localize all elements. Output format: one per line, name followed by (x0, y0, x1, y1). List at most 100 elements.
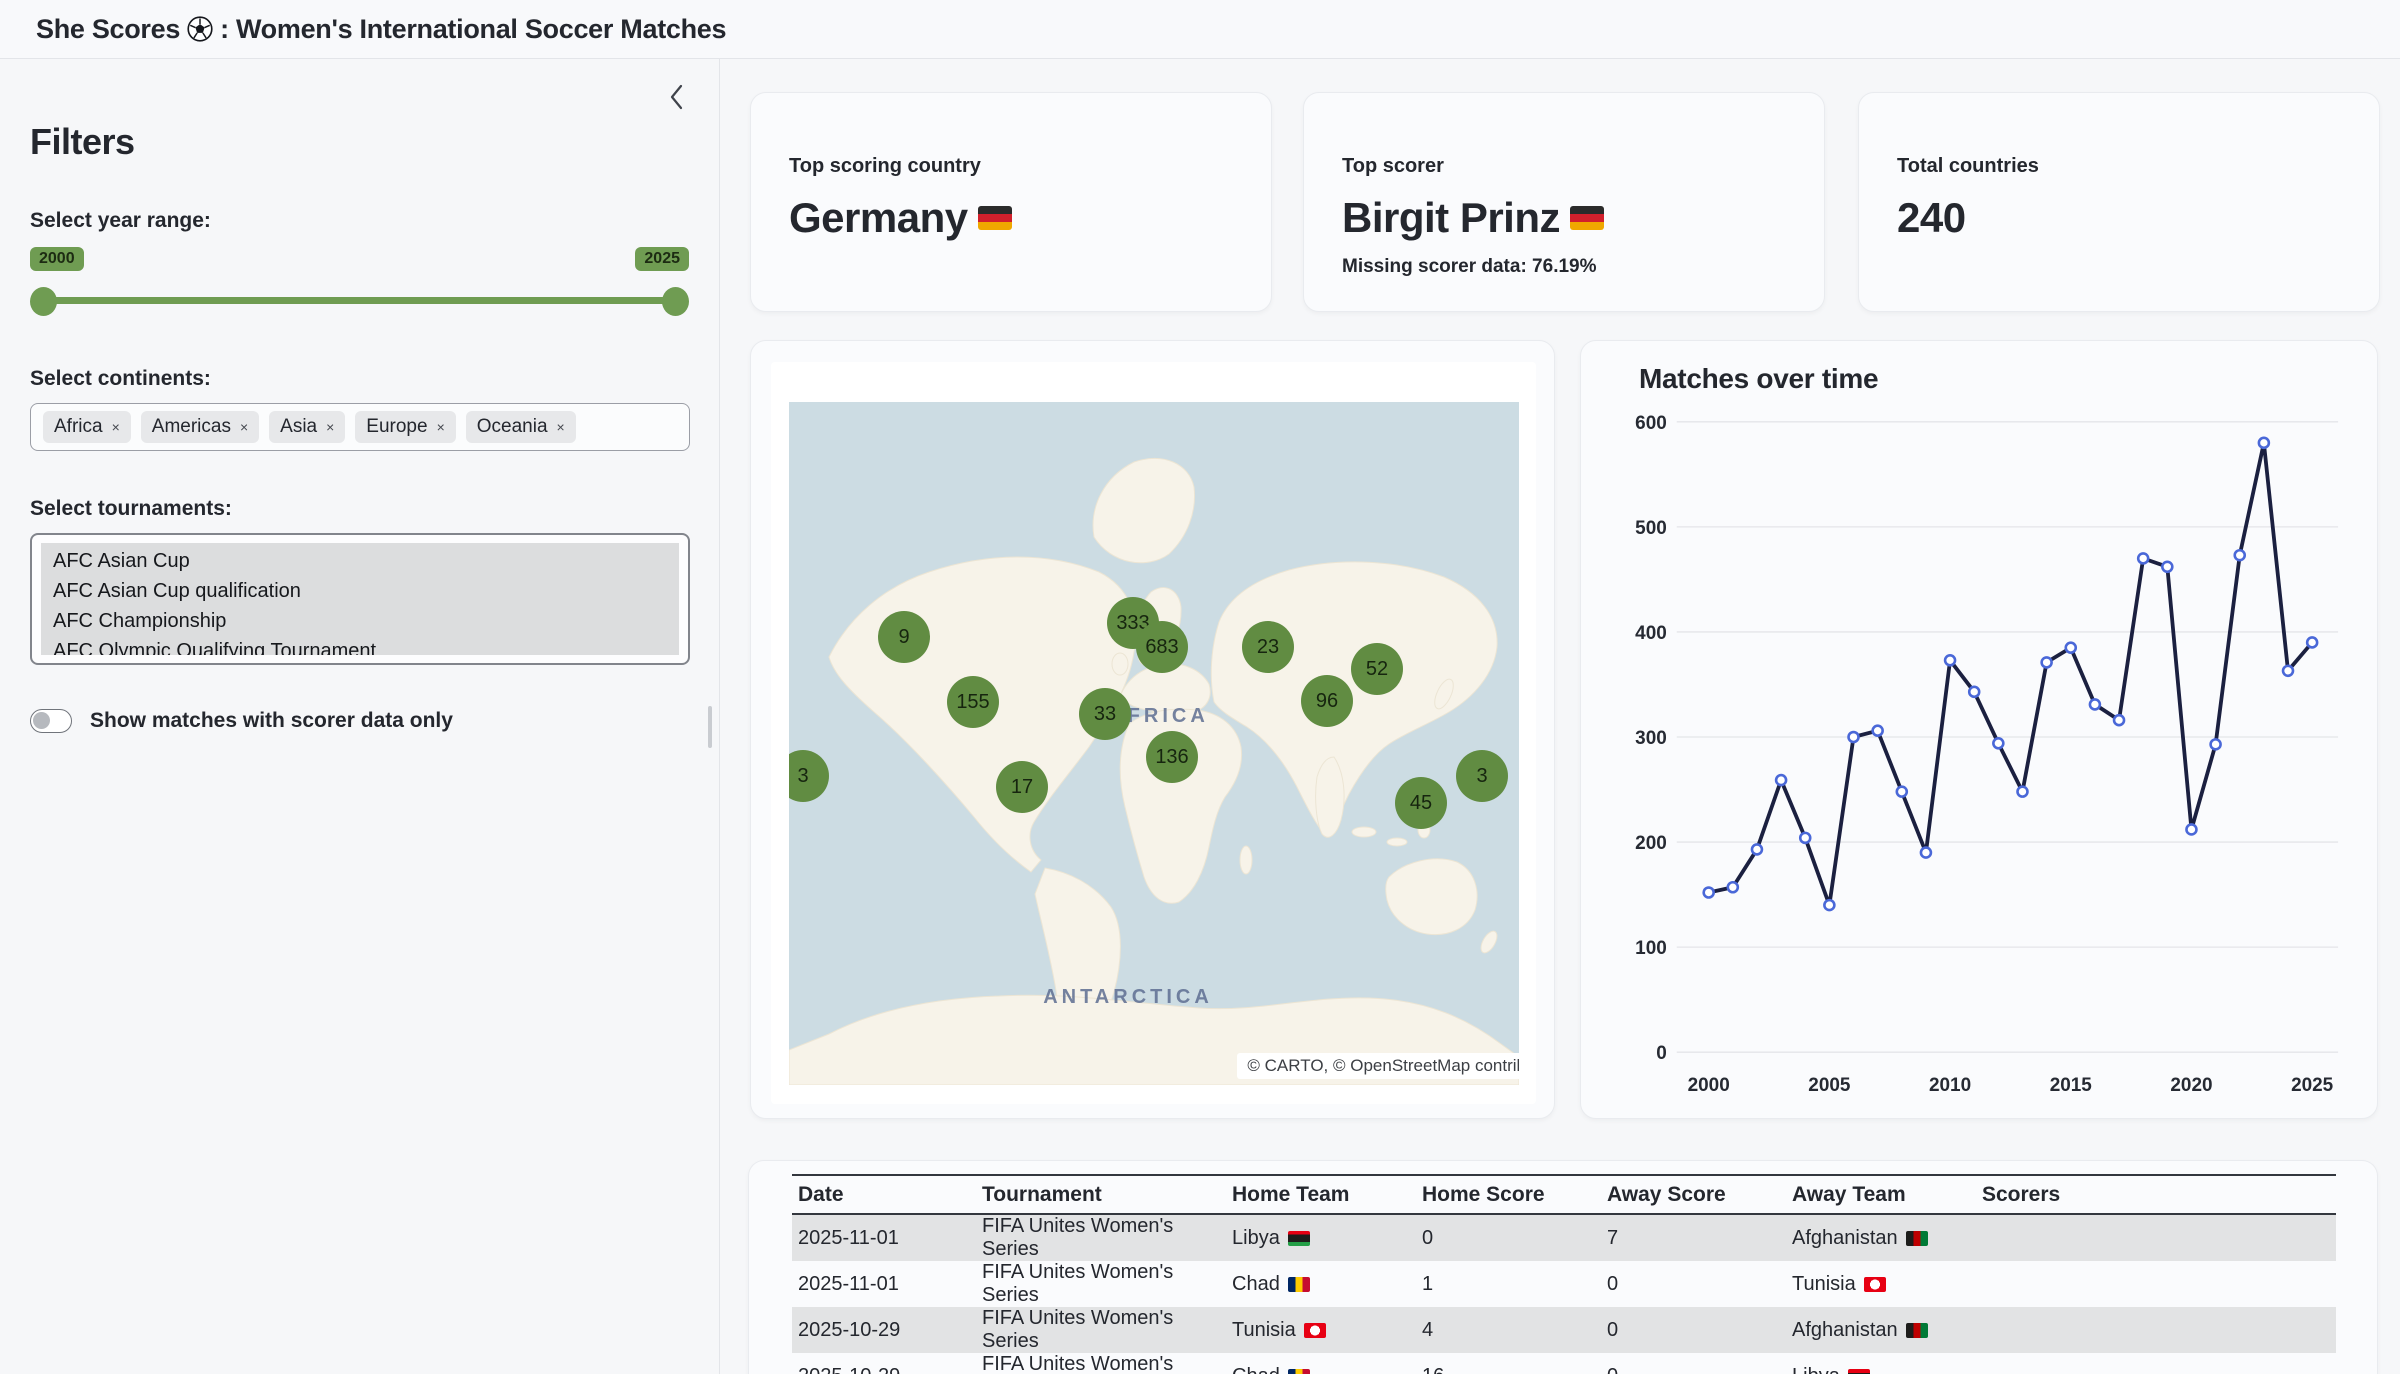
map-cluster-marker[interactable]: 96 (1301, 675, 1353, 727)
table-row: 2025-11-01FIFA Unites Women's SeriesChad… (792, 1261, 2336, 1307)
continent-pill-americas[interactable]: Americas× (141, 411, 259, 443)
stat-card-top-scorer: Top scorer Birgit Prinz Missing scorer d… (1303, 92, 1825, 312)
chart-line (1709, 443, 2312, 905)
chart-data-point[interactable] (1993, 738, 2003, 748)
chart-data-point[interactable] (2235, 550, 2245, 560)
chart-data-point[interactable] (2307, 637, 2317, 647)
chart-data-point[interactable] (1752, 844, 1762, 854)
chart-data-point[interactable] (2066, 643, 2076, 653)
chart-data-point[interactable] (1873, 726, 1883, 736)
remove-icon[interactable]: × (326, 419, 334, 435)
chart-data-point[interactable] (1849, 732, 1859, 742)
chart-data-point[interactable] (2138, 553, 2148, 563)
table-cell: Libya (1786, 1353, 1976, 1374)
map-cluster-marker[interactable]: 3 (1456, 750, 1508, 802)
chart-data-point[interactable] (1800, 833, 1810, 843)
map-cluster-marker[interactable]: 155 (947, 676, 999, 728)
map-cluster-marker[interactable]: 136 (1146, 731, 1198, 783)
chart-data-point[interactable] (2162, 562, 2172, 572)
remove-icon[interactable]: × (437, 419, 445, 435)
table-row: 2025-10-29FIFA Unites Women's SeriesChad… (792, 1353, 2336, 1374)
map-cluster-marker[interactable]: 23 (1242, 621, 1294, 673)
chart-data-point[interactable] (1776, 775, 1786, 785)
stat-value-text: 240 (1897, 194, 1966, 242)
chevron-left-icon (668, 83, 684, 111)
chart-data-point[interactable] (2283, 666, 2293, 676)
year-range-label: Select year range: (30, 209, 689, 233)
table-cell: Libya (1226, 1214, 1416, 1261)
slider-handle-max[interactable] (662, 287, 689, 316)
continent-pill-label: Oceania (477, 416, 548, 438)
chart-data-point[interactable] (1969, 687, 1979, 697)
world-map[interactable]: AFRICAANTARCTICA 91553336833313623965217… (789, 402, 1519, 1085)
table-cell: Afghanistan (1786, 1307, 1976, 1353)
stat-value-text: Birgit Prinz (1342, 194, 1560, 242)
scorer-data-toggle[interactable] (30, 709, 72, 733)
map-cluster-marker[interactable]: 9 (878, 611, 930, 663)
tournaments-listbox[interactable]: AFC Asian CupAFC Asian Cup qualification… (30, 533, 690, 665)
table-cell (1976, 1307, 2336, 1353)
chart-data-point[interactable] (2042, 657, 2052, 667)
stat-value-text: Germany (789, 194, 968, 242)
sidebar-scrollbar[interactable] (708, 706, 712, 748)
continent-pill-africa[interactable]: Africa× (43, 411, 131, 443)
tournament-option[interactable]: AFC Asian Cup (41, 546, 679, 576)
tournaments-list: AFC Asian CupAFC Asian Cup qualification… (41, 543, 679, 655)
remove-icon[interactable]: × (557, 419, 565, 435)
map-attribution[interactable]: © CARTO, © OpenStreetMap contrib (1237, 1053, 1519, 1079)
map-cluster-marker[interactable]: 17 (996, 761, 1048, 813)
app-header: She Scores : Women's International Socce… (0, 0, 2400, 59)
continents-multiselect[interactable]: Africa× Americas× Asia× Europe× Oceania × (30, 403, 690, 451)
chart-data-point[interactable] (2114, 715, 2124, 725)
continent-pill-europe[interactable]: Europe× (355, 411, 455, 443)
y-axis-tick-label: 400 (1635, 623, 1667, 644)
table-cell: 2025-11-01 (792, 1214, 976, 1261)
stat-value: Germany (789, 194, 1271, 242)
remove-icon[interactable]: × (112, 419, 120, 435)
matches-line-chart[interactable]: 0100200300400500600200020052010201520202… (1581, 341, 2377, 1118)
chart-data-point[interactable] (1824, 900, 1834, 910)
map-region-label: ANTARCTICA (1043, 986, 1213, 1008)
year-min-badge: 2000 (30, 247, 84, 271)
x-axis-tick-label: 2025 (2291, 1075, 2333, 1096)
td-flag-icon (1288, 1369, 1310, 1374)
chart-data-point[interactable] (2017, 787, 2027, 797)
chart-data-point[interactable] (2259, 438, 2269, 448)
continent-pill-oceania[interactable]: Oceania × (466, 411, 576, 443)
tournament-option[interactable]: AFC Olympic Qualifying Tournament (41, 636, 679, 655)
map-cluster-marker[interactable]: 33 (1079, 688, 1131, 740)
slider-handle-min[interactable] (30, 287, 57, 316)
map-cluster-marker[interactable]: 52 (1351, 643, 1403, 695)
y-axis-tick-label: 0 (1656, 1043, 1667, 1064)
filters-heading: Filters (30, 121, 689, 163)
x-axis-tick-label: 2005 (1808, 1075, 1850, 1096)
slider-track[interactable] (40, 297, 679, 304)
chart-data-point[interactable] (2090, 699, 2100, 709)
chart-data-point[interactable] (1921, 848, 1931, 858)
ly-flag-icon (1288, 1231, 1310, 1246)
chart-data-point[interactable] (1897, 787, 1907, 797)
table-cell: 0 (1601, 1261, 1786, 1307)
map-cluster-marker[interactable]: 683 (1136, 621, 1188, 673)
column-header: Away Score (1601, 1175, 1786, 1214)
chart-data-point[interactable] (1945, 655, 1955, 665)
table-cell (1976, 1353, 2336, 1374)
tournament-option[interactable]: AFC Asian Cup qualification (41, 576, 679, 606)
y-axis-tick-label: 500 (1635, 518, 1667, 539)
sidebar-collapse-button[interactable] (663, 83, 689, 113)
remove-icon[interactable]: × (240, 419, 248, 435)
germany-flag-icon (978, 206, 1012, 230)
chart-data-point[interactable] (2186, 824, 2196, 834)
year-max-badge: 2025 (635, 247, 689, 271)
table-cell: 0 (1601, 1353, 1786, 1374)
stat-label: Top scoring country (789, 155, 1271, 178)
tournament-option[interactable]: AFC Championship (41, 606, 679, 636)
chart-data-point[interactable] (1704, 888, 1714, 898)
map-cluster-marker[interactable]: 45 (1395, 777, 1447, 829)
chart-data-point[interactable] (1728, 882, 1738, 892)
x-axis-tick-label: 2000 (1688, 1075, 1730, 1096)
af-flag-icon (1906, 1231, 1928, 1246)
continent-pill-asia[interactable]: Asia× (269, 411, 345, 443)
table-row: 2025-10-29FIFA Unites Women's SeriesTuni… (792, 1307, 2336, 1353)
chart-data-point[interactable] (2211, 739, 2221, 749)
